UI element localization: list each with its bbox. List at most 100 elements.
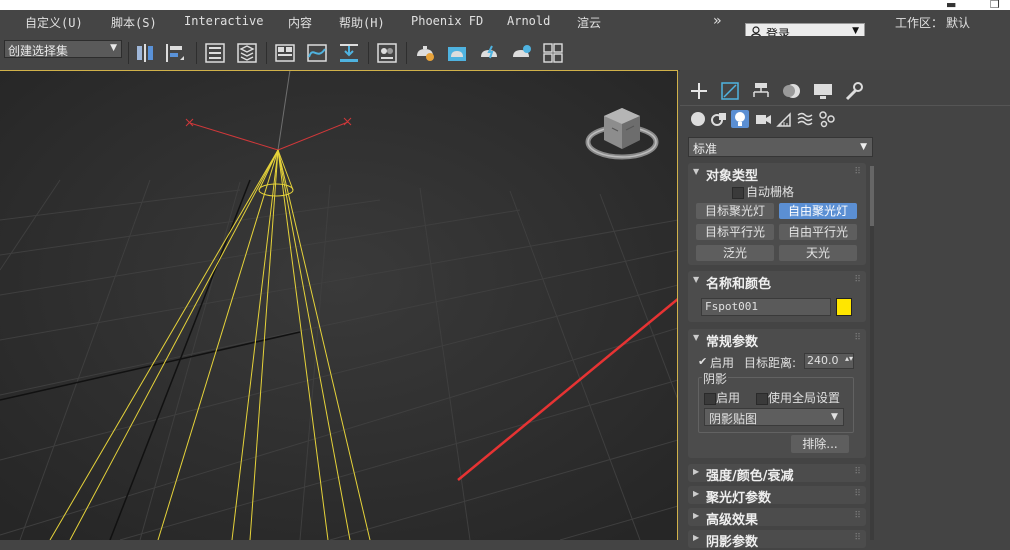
general-parameters-rollout-header[interactable]: ▼ 常规参数 ⠿ (688, 329, 866, 350)
chevron-down-icon: ▼ (831, 412, 838, 422)
menu-customize[interactable]: 自定义(U) (25, 14, 83, 31)
menu-scripting[interactable]: 脚本(S) (111, 14, 157, 31)
rollout-title: 聚光灯参数 (706, 491, 772, 506)
drag-grip-icon: ⠿ (854, 167, 861, 177)
systems-button[interactable] (818, 110, 836, 128)
rendered-frame-icon[interactable] (446, 42, 468, 64)
helpers-button[interactable] (775, 110, 793, 128)
layer-explorer-icon[interactable] (236, 42, 258, 64)
modify-tab[interactable] (718, 80, 742, 102)
free-direct-button[interactable]: 自由平行光 (779, 224, 857, 240)
shadow-type-value: 阴影贴图 (709, 412, 758, 426)
space-warps-button[interactable] (796, 110, 814, 128)
name-color-rollout: ▼ 名称和颜色 ⠿ Fspot001 (688, 271, 866, 322)
collapse-arrow-icon: ▼ (693, 167, 700, 176)
object-name-field[interactable]: Fspot001 (701, 298, 831, 316)
menu-arnold[interactable]: Arnold (507, 14, 550, 28)
display-tab[interactable] (811, 80, 835, 102)
rollout-title: 阴影参数 (706, 535, 759, 550)
menu-phoenix-fd[interactable]: Phoenix FD (411, 14, 483, 28)
drag-grip-icon: ⠿ (854, 467, 861, 477)
activeshade-icon[interactable] (510, 42, 532, 64)
motion-tab[interactable] (780, 80, 804, 102)
general-parameters-rollout: ▼ 常规参数 ⠿ ✔ 启用 目标距离: 240.0 ▴▾ 阴影 启用 使用全局设… (688, 329, 866, 458)
omni-button[interactable]: 泛光 (696, 245, 774, 261)
checkmark-icon[interactable]: ✔ (698, 355, 707, 368)
light-enable-label: 启用 (710, 356, 735, 370)
panel-divider (680, 105, 1010, 106)
menu-overflow-button[interactable]: » (713, 13, 721, 29)
object-name-value: Fspot001 (705, 300, 758, 313)
rollout-title: 名称和颜色 (706, 277, 772, 292)
collapse-arrow-icon: ▼ (693, 333, 700, 342)
drag-grip-icon: ⠿ (854, 275, 861, 285)
toolbar-divider (128, 42, 129, 64)
scene-explorer-icon[interactable] (204, 42, 226, 64)
autogrid-checkbox[interactable] (732, 187, 744, 199)
selection-set-value: 创建选择集 (8, 44, 69, 58)
free-spot-button[interactable]: 自由聚光灯 (779, 203, 857, 219)
intensity-color-attenuation-rollout[interactable]: ▶ 强度/颜色/衰减 ⠿ (688, 464, 866, 484)
advanced-effects-rollout[interactable]: ▶ 高级效果 ⠿ (688, 508, 866, 528)
utilities-tab[interactable] (842, 80, 866, 102)
toolbar-divider (266, 42, 267, 64)
render-icon[interactable] (478, 42, 500, 64)
menu-content[interactable]: 内容 (288, 14, 312, 31)
exclude-button[interactable]: 排除... (791, 435, 849, 453)
render-setup-icon[interactable] (414, 42, 436, 64)
global-settings-checkbox[interactable] (756, 393, 768, 405)
dope-sheet-icon[interactable] (338, 42, 360, 64)
menu-bar: 自定义(U) 脚本(S) Interactive 内容 帮助(H) Phoeni… (0, 10, 1010, 43)
rollout-title: 对象类型 (706, 169, 759, 184)
skylight-button[interactable]: 天光 (779, 245, 857, 261)
chevron-down-icon: ▼ (852, 26, 859, 36)
panel-scrollbar-thumb[interactable] (870, 166, 874, 226)
render-gallery-icon[interactable] (542, 42, 564, 64)
menu-xuanyun[interactable]: 渲云 (577, 14, 601, 31)
category-value: 标准 (693, 142, 718, 156)
material-editor-icon[interactable] (376, 42, 398, 64)
geometry-button[interactable] (689, 110, 707, 128)
main-toolbar: 创建选择集 ▼ (0, 36, 1010, 71)
hierarchy-tab[interactable] (749, 80, 773, 102)
shadow-type-dropdown[interactable]: 阴影贴图 ▼ (704, 408, 844, 426)
object-type-rollout: ▼ 对象类型 ⠿ 自动栅格 目标聚光灯 自由聚光灯 目标平行光 自由平行光 泛光… (688, 163, 866, 265)
workspace-dropdown[interactable]: 默认 (946, 14, 970, 31)
perspective-viewport[interactable] (0, 70, 678, 540)
menu-help[interactable]: 帮助(H) (339, 14, 385, 31)
toolbar-divider (368, 42, 369, 64)
shadow-parameters-rollout[interactable]: ▶ 阴影参数 ⠿ (688, 530, 866, 550)
shapes-button[interactable] (710, 110, 728, 128)
target-distance-label: 目标距离: (744, 356, 797, 370)
drag-grip-icon: ⠿ (854, 511, 861, 521)
rollout-title: 强度/颜色/衰减 (706, 469, 794, 484)
category-dropdown[interactable]: 标准 ▼ (688, 137, 873, 157)
cameras-button[interactable] (754, 110, 772, 128)
menu-interactive[interactable]: Interactive (184, 14, 263, 28)
toolbar-divider (406, 42, 407, 64)
spotlight-parameters-rollout[interactable]: ▶ 聚光灯参数 ⠿ (688, 486, 866, 506)
shadow-enable-checkbox[interactable] (704, 393, 716, 405)
drag-grip-icon: ⠿ (854, 533, 861, 543)
expand-arrow-icon: ▶ (693, 489, 700, 498)
curve-editor-icon[interactable] (306, 42, 328, 64)
target-spot-button[interactable]: 目标聚光灯 (696, 203, 774, 219)
ribbon-icon[interactable] (274, 42, 296, 64)
create-tab[interactable] (687, 80, 711, 102)
drag-grip-icon: ⠿ (854, 333, 861, 343)
object-color-swatch[interactable] (836, 298, 852, 316)
selection-set-dropdown[interactable]: 创建选择集 ▼ (4, 40, 122, 58)
align-icon[interactable] (164, 42, 186, 64)
expand-arrow-icon: ▶ (693, 467, 700, 476)
object-type-rollout-header[interactable]: ▼ 对象类型 ⠿ (688, 163, 866, 184)
rollout-title: 常规参数 (706, 335, 759, 350)
toolbar-divider (196, 42, 197, 64)
name-color-rollout-header[interactable]: ▼ 名称和颜色 ⠿ (688, 271, 866, 292)
target-distance-spinner[interactable]: 240.0 ▴▾ (804, 353, 854, 369)
command-panel: 标准 ▼ ▼ 对象类型 ⠿ 自动栅格 目标聚光灯 自由聚光灯 目标平行光 自由平… (680, 70, 1010, 550)
drag-grip-icon: ⠿ (854, 489, 861, 499)
mirror-icon[interactable] (134, 42, 156, 64)
target-direct-button[interactable]: 目标平行光 (696, 224, 774, 240)
lights-button[interactable] (731, 110, 749, 128)
collapse-arrow-icon: ▼ (693, 275, 700, 284)
